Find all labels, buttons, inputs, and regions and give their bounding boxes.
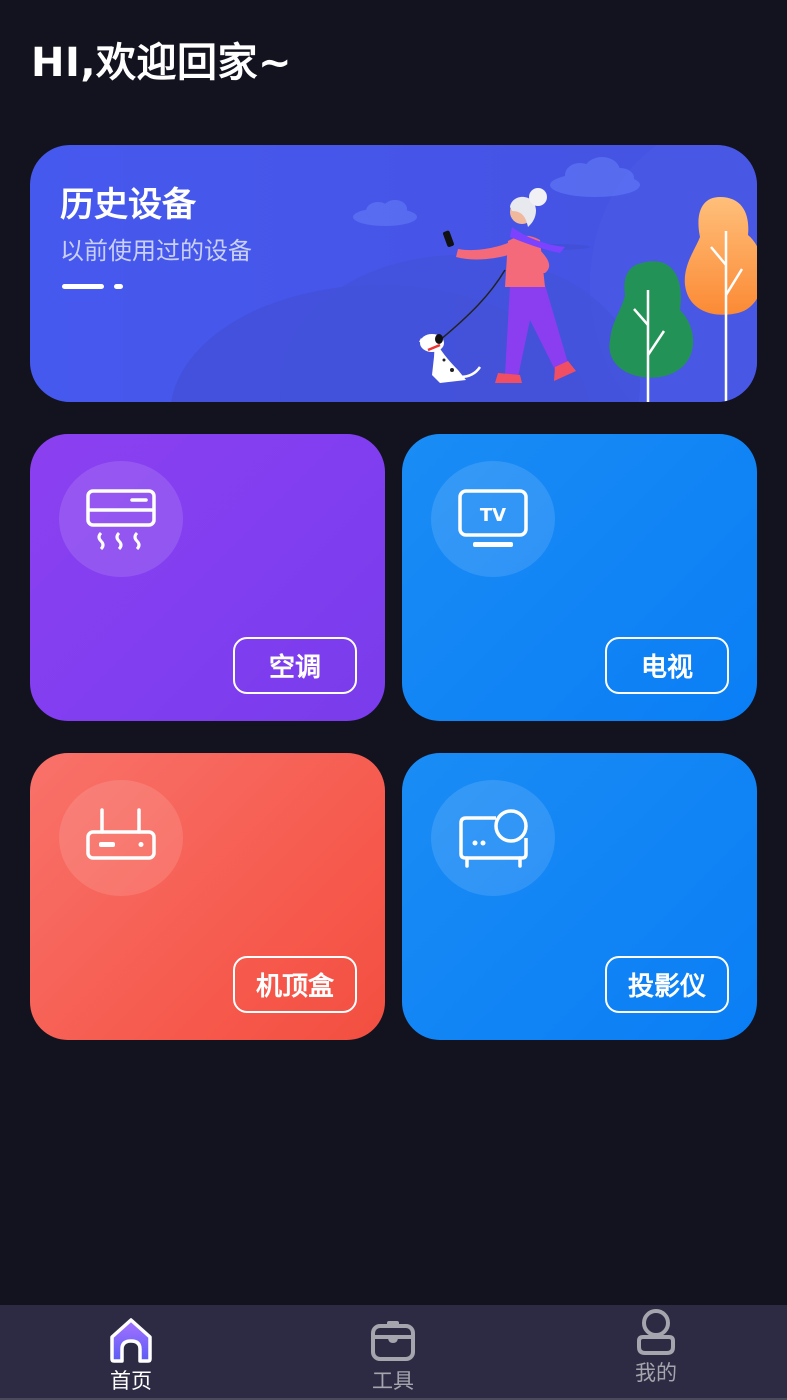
banner-title: 历史设备: [60, 185, 196, 225]
tab-tools[interactable]: 工具: [333, 1305, 453, 1398]
woman-figure: [443, 188, 590, 383]
icon-circle: [59, 780, 183, 896]
dog-figure: [419, 334, 482, 383]
device-tile-set-top-box[interactable]: 机顶盒: [30, 753, 385, 1040]
cloud-icon: [353, 200, 417, 226]
home-icon: [110, 1318, 152, 1363]
banner-subtitle: 以前使用过的设备: [60, 237, 252, 265]
icon-circle: [59, 461, 183, 577]
tab-label: 我的: [635, 1361, 677, 1385]
toolbox-icon: [371, 1321, 415, 1361]
tab-label: 首页: [110, 1369, 152, 1393]
woman-walking-dog-illustration: [353, 157, 757, 402]
bottom-tab-bar: 首页 工具 我的: [0, 1305, 787, 1400]
device-label-button[interactable]: 机顶盒: [233, 956, 357, 1013]
tv-icon: TV: [458, 489, 528, 547]
device-label-button[interactable]: 电视: [605, 637, 729, 694]
tab-mine[interactable]: 我的: [596, 1305, 716, 1398]
history-devices-banner[interactable]: 历史设备 以前使用过的设备: [30, 145, 757, 402]
set-top-box-icon: [86, 808, 156, 860]
device-label-button[interactable]: 投影仪: [605, 956, 729, 1013]
air-conditioner-icon: [86, 489, 156, 551]
tab-home[interactable]: 首页: [71, 1305, 191, 1398]
device-tile-projector[interactable]: 投影仪: [402, 753, 757, 1040]
icon-circle: TV: [431, 461, 555, 577]
svg-text:TV: TV: [480, 505, 506, 526]
user-icon: [637, 1309, 675, 1355]
device-tile-air-conditioner[interactable]: 空调: [30, 434, 385, 721]
greeting-title: HI,欢迎回家~: [31, 40, 293, 86]
tree-green: [609, 261, 694, 402]
tab-label: 工具: [372, 1369, 414, 1393]
carousel-indicator[interactable]: [114, 284, 123, 289]
tree-orange: [684, 197, 757, 402]
cloud-icon: [550, 157, 640, 197]
projector-icon: [459, 809, 528, 868]
device-label-button[interactable]: 空调: [233, 637, 357, 694]
icon-circle: [431, 780, 555, 896]
device-tile-tv[interactable]: TV 电视: [402, 434, 757, 721]
carousel-indicator-active[interactable]: [62, 284, 104, 289]
